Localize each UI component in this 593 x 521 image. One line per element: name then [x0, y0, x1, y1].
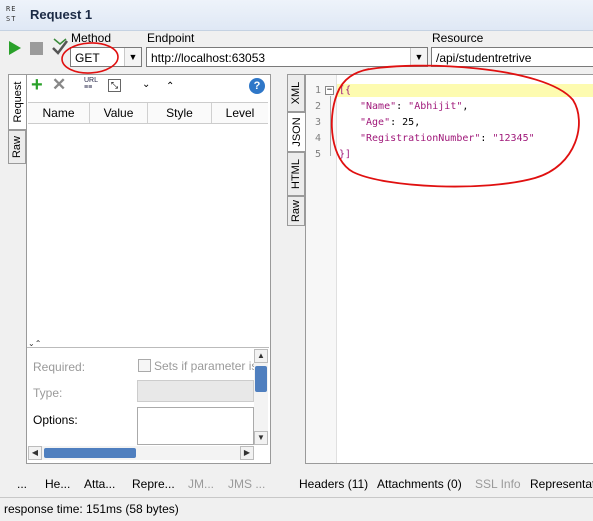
tab-raw[interactable]: Raw [8, 130, 26, 164]
play-icon[interactable] [8, 40, 22, 56]
tab-raw-response[interactable]: Raw [287, 196, 305, 226]
help-icon[interactable]: ? [249, 78, 265, 94]
chevron-down-icon[interactable]: ▼ [124, 48, 141, 66]
tab-request[interactable]: Request [8, 74, 26, 130]
options-field[interactable] [137, 407, 254, 445]
column-header-style[interactable]: Style [148, 103, 212, 123]
annotation-circle-method [61, 42, 119, 74]
scroll-up-icon[interactable]: ▲ [254, 349, 268, 363]
tab-jms-properties[interactable]: JMS ... [228, 477, 265, 491]
line-number: 3 [315, 117, 322, 128]
scroll-left-icon[interactable]: ◀ [28, 446, 42, 460]
line-number: 5 [315, 149, 322, 160]
status-divider [0, 497, 593, 498]
scroll-down-icon[interactable]: ▼ [254, 431, 268, 445]
line-number: 2 [315, 101, 322, 112]
column-header-level[interactable]: Level [212, 103, 268, 123]
endpoint-label: Endpoint [147, 31, 195, 45]
tab-json[interactable]: JSON [287, 112, 305, 152]
tab-headers[interactable]: He... [45, 477, 70, 491]
tab-ssl-info[interactable]: SSL Info [475, 477, 521, 491]
annotation-circle-json [330, 64, 580, 188]
column-header-value[interactable]: Value [90, 103, 148, 123]
params-table-header: Name Value Style Level [28, 102, 268, 124]
column-header-name[interactable]: Name [28, 103, 90, 123]
status-text: response time: 151ms (58 bytes) [4, 502, 179, 516]
url-params-icon[interactable]: URL ≡≡ [84, 77, 102, 91]
window-title: Request 1 [30, 7, 93, 22]
required-label: Required: [33, 360, 86, 374]
tab-representations[interactable]: Repre... [132, 477, 175, 491]
app-icon: RE ST [6, 5, 17, 23]
stop-icon[interactable] [30, 42, 43, 55]
scroll-right-icon[interactable]: ▶ [240, 446, 254, 460]
line-number: 4 [315, 133, 322, 144]
tab-response-representations[interactable]: Representat [530, 477, 593, 491]
horizontal-scroll-thumb[interactable] [44, 448, 136, 458]
type-select[interactable] [137, 380, 254, 402]
move-up-icon[interactable]: ⌃ [166, 81, 174, 92]
required-checkbox-label: Sets if parameter is [154, 359, 254, 373]
line-number: 1 [315, 85, 322, 96]
remove-icon[interactable]: ✕ [52, 76, 66, 93]
vertical-scroll-thumb[interactable] [255, 366, 267, 392]
tab-response-headers[interactable]: Headers (11) [299, 477, 368, 491]
add-icon[interactable]: + [31, 75, 45, 95]
required-checkbox[interactable] [138, 359, 151, 372]
tab-more[interactable]: ... [17, 477, 27, 491]
splitter[interactable] [27, 347, 269, 348]
options-label: Options: [33, 413, 78, 427]
tab-html[interactable]: HTML [287, 152, 305, 196]
tab-attachments[interactable]: Atta... [84, 477, 115, 491]
move-down-icon[interactable]: ⌄ [142, 79, 150, 90]
expand-icon[interactable]: ⤡ [108, 79, 121, 92]
resource-label: Resource [432, 31, 484, 45]
tab-response-attachments[interactable]: Attachments (0) [377, 477, 462, 491]
type-label: Type: [33, 386, 63, 400]
tab-xml[interactable]: XML [287, 74, 305, 112]
request-panel [26, 74, 271, 464]
tab-jms-headers[interactable]: JM... [188, 477, 214, 491]
endpoint-value: http://localhost:63053 [151, 51, 266, 65]
